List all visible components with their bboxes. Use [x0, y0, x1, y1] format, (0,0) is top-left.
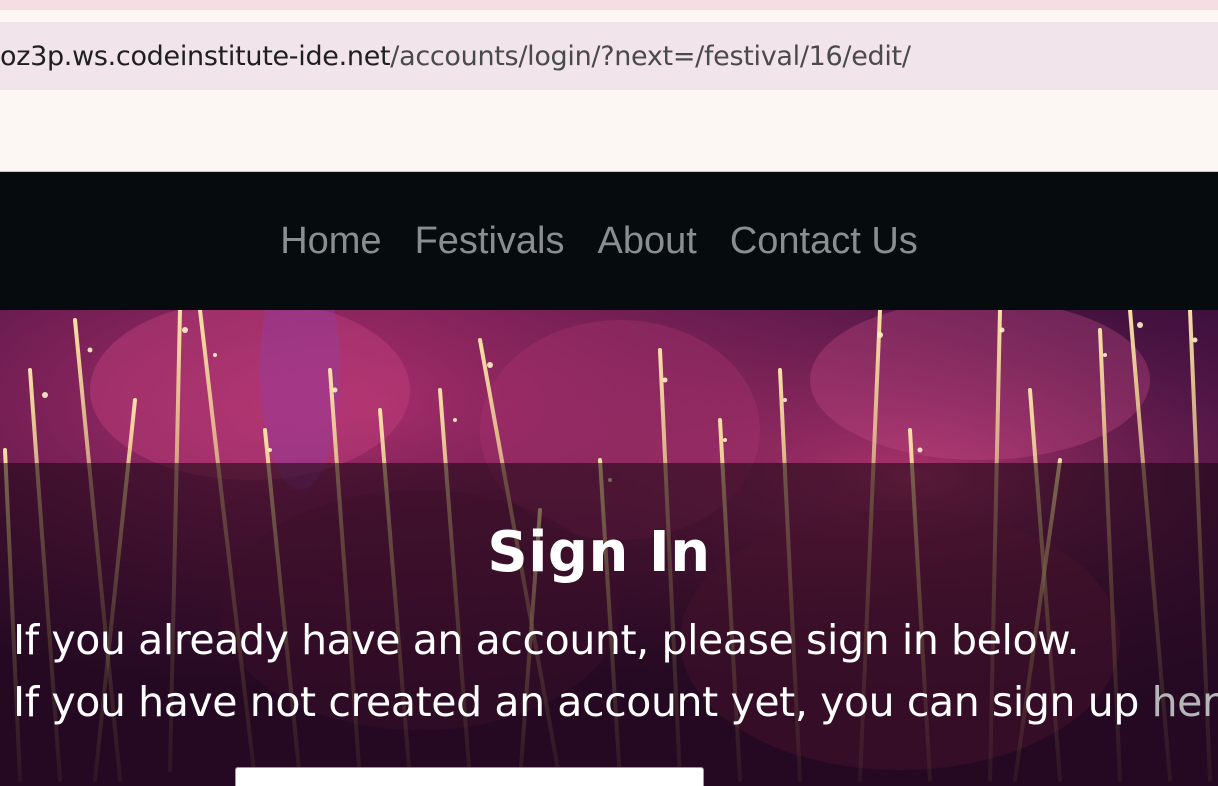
sign-up-text: If you have not created an account yet, …	[13, 678, 1152, 726]
browser-top-strip	[0, 0, 1218, 10]
nav-link-festivals[interactable]: Festivals	[415, 220, 565, 262]
url-path: /accounts/login/?next=/festival/16/edit/	[390, 40, 911, 72]
sign-in-instruction: If you already have an account, please s…	[13, 616, 1080, 664]
url-host: oz3p.ws.codeinstitute-ide.net	[0, 40, 391, 72]
sign-in-heading: Sign In	[487, 520, 711, 585]
nav-link-about[interactable]: About	[598, 220, 697, 262]
nav-link-contact-us[interactable]: Contact Us	[730, 220, 918, 262]
hero-fireworks-section: Sign In If you already have an account, …	[0, 310, 1218, 786]
main-navbar: Home Festivals About Contact Us	[0, 171, 1218, 311]
username-input[interactable]	[235, 767, 704, 786]
nav-link-home[interactable]: Home	[280, 220, 381, 262]
address-bar[interactable]: oz3p.ws.codeinstitute-ide.net/accounts/l…	[0, 22, 1218, 90]
sign-up-link[interactable]: here	[1152, 678, 1218, 726]
sign-up-instruction: If you have not created an account yet, …	[13, 678, 1218, 726]
browser-toolbar-area	[0, 90, 1218, 171]
nav-list: Home Festivals About Contact Us	[280, 220, 918, 263]
